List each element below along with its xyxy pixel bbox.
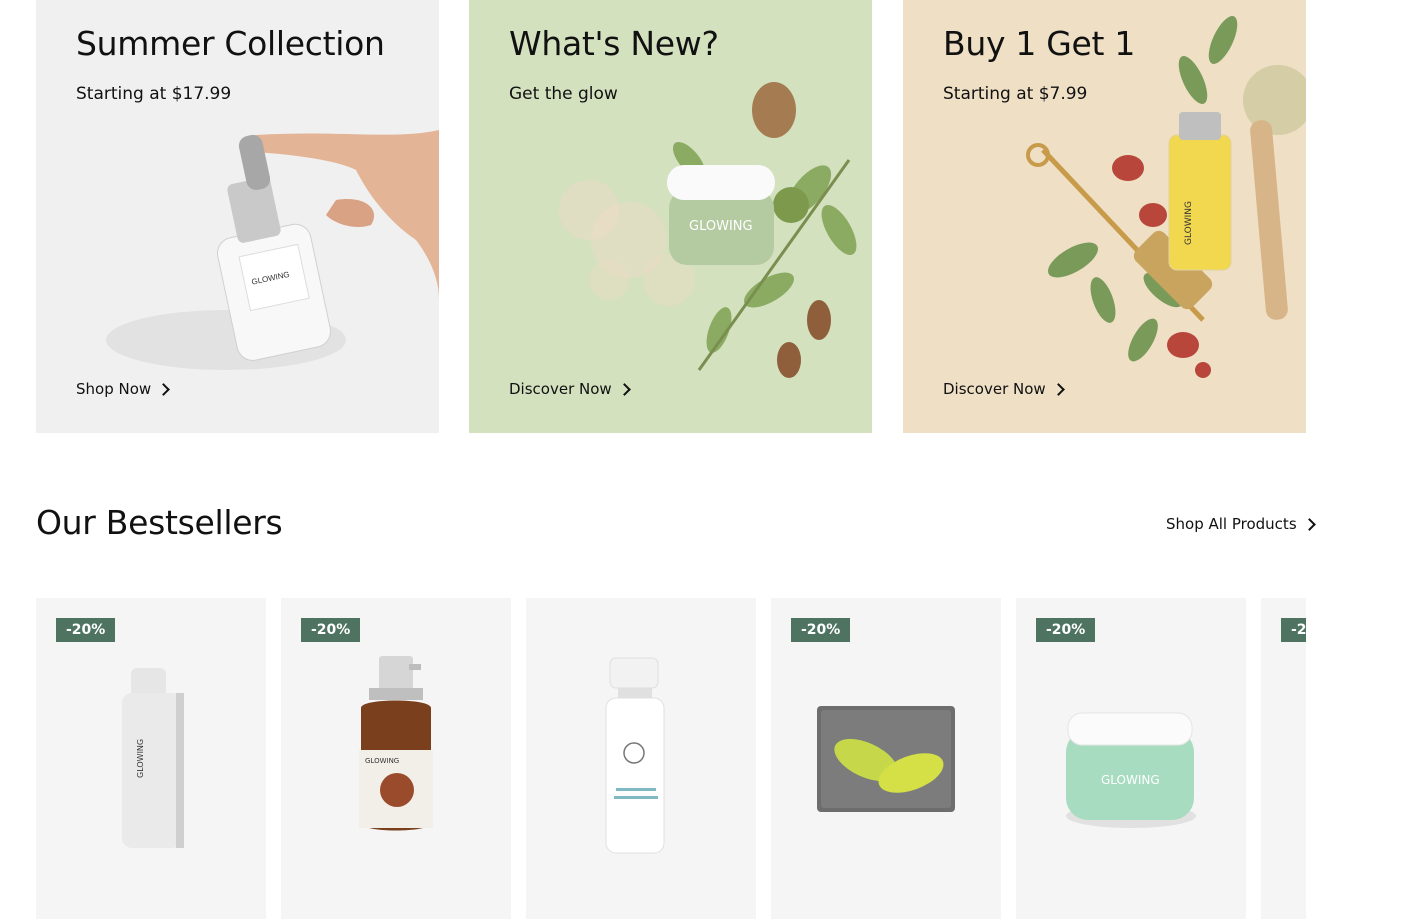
cta-label: Shop Now: [76, 380, 152, 398]
promo-title: Summer Collection: [76, 24, 385, 63]
discount-badge: -20%: [301, 618, 361, 642]
discount-badge: -2: [1281, 618, 1306, 642]
shop-all-products-link[interactable]: Shop All Products: [1166, 515, 1316, 533]
discount-badge: -20%: [56, 618, 116, 642]
promo-card-bogo[interactable]: GLOWING Buy 1 Get 1 Starting at $7.99 Di…: [903, 0, 1306, 433]
chevron-right-icon: [1051, 383, 1065, 396]
chevron-right-icon: [1302, 518, 1316, 531]
product-carousel: GLOWING -20% GLOWING -20% -20% GLOWING -…: [36, 598, 1306, 919]
cta-label: Discover Now: [943, 380, 1046, 398]
discount-badge: -20%: [791, 618, 851, 642]
oil-bottle-image: GLOWING: [1026, 16, 1306, 378]
chevron-right-icon: [157, 383, 171, 396]
promo-subtitle: Starting at $7.99: [943, 84, 1088, 104]
toner-bottle-image: GLOWING: [122, 668, 184, 848]
foam-cleanser-image: [605, 657, 665, 854]
svg-text:GLOWING: GLOWING: [1101, 773, 1160, 787]
cta-label: Discover Now: [509, 380, 612, 398]
discover-now-link[interactable]: Discover Now: [943, 380, 1065, 398]
promo-title: What's New?: [509, 24, 719, 63]
serum-pump-bottle-image: GLOWING: [359, 656, 433, 831]
promo-title: Buy 1 Get 1: [943, 24, 1136, 63]
product-card[interactable]: GLOWING -20%: [1016, 598, 1246, 919]
product-card[interactable]: -2: [1261, 598, 1306, 919]
svg-text:GLOWING: GLOWING: [136, 739, 145, 778]
product-card[interactable]: GLOWING -20%: [36, 598, 266, 919]
svg-text:GLOWING: GLOWING: [365, 757, 399, 765]
promo-card-whats-new[interactable]: GLOWING What's New? Get the glow Discove…: [469, 0, 872, 433]
product-card[interactable]: [526, 598, 756, 919]
promo-subtitle: Get the glow: [509, 84, 618, 104]
shop-now-link[interactable]: Shop Now: [76, 380, 171, 398]
section-title: Our Bestsellers: [36, 503, 283, 542]
product-card[interactable]: GLOWING -20%: [281, 598, 511, 919]
discount-badge: -20%: [1036, 618, 1096, 642]
product-card[interactable]: -20%: [771, 598, 1001, 919]
shop-all-label: Shop All Products: [1166, 515, 1297, 533]
svg-text:GLOWING: GLOWING: [1184, 201, 1194, 245]
cream-jar-product-image: GLOWING: [1066, 712, 1196, 828]
serum-bottle-image: GLOWING: [106, 130, 439, 370]
discover-now-link[interactable]: Discover Now: [509, 380, 631, 398]
promo-card-summer[interactable]: GLOWING Summer Collection Starting at $1…: [36, 0, 439, 433]
eye-patches-image: [817, 706, 955, 812]
cream-jar-image: GLOWING: [559, 82, 857, 378]
promo-subtitle: Starting at $17.99: [76, 84, 232, 104]
svg-text:GLOWING: GLOWING: [689, 219, 753, 234]
chevron-right-icon: [617, 383, 631, 396]
